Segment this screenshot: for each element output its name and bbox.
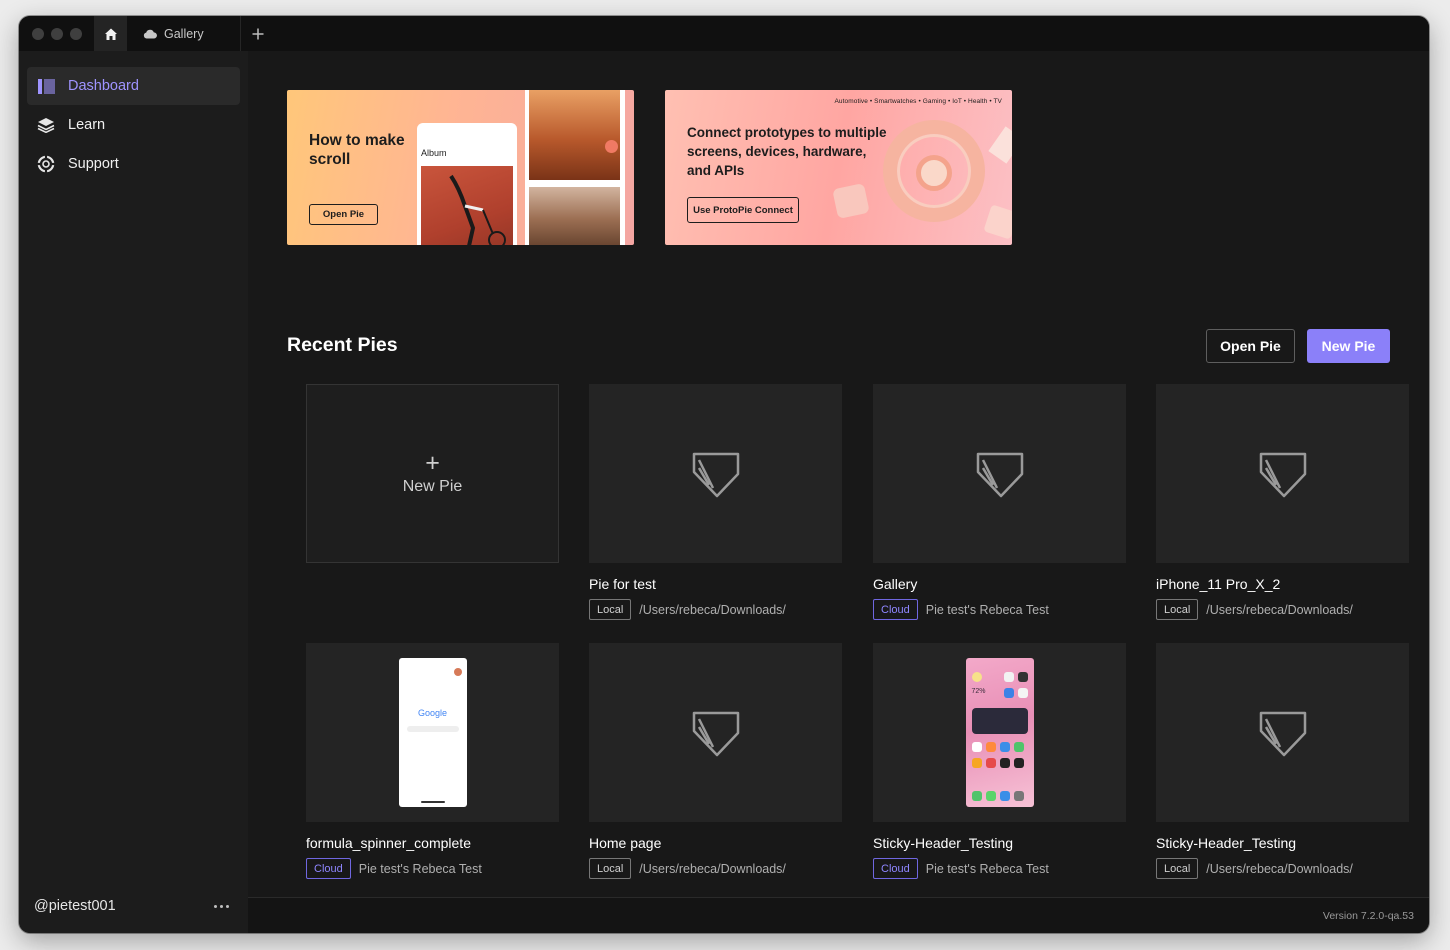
window-maximize-button[interactable] [70,28,82,40]
desert-photo [529,90,620,180]
banner-how-to-scroll[interactable]: How to make scroll Open Pie Album [287,90,634,245]
cloud-badge: Cloud [873,858,918,879]
google-screen-preview: Google [398,658,467,807]
protopie-file-icon [976,452,1023,497]
version-label: Version 7.2.0-qa.53 [1322,910,1414,922]
album-label: Album [421,148,447,158]
status-footer: Version 7.2.0-qa.53 [248,897,1429,933]
banner-title: How to make scroll [309,132,405,168]
sidebar-item-label: Support [68,156,119,172]
pie-name[interactable]: Home page [589,835,661,851]
tennis-photo [421,166,513,245]
sidebar-item-support[interactable]: Support [27,145,240,183]
lifebuoy-icon [37,155,55,173]
open-pie-button[interactable]: Open Pie [1206,329,1295,363]
sidebar: Dashboard Learn Support @pietest001 [19,51,248,933]
pie-meta: Cloud Pie test's Rebeca Test [873,858,1049,879]
local-badge: Local [1156,858,1199,879]
new-pie-card[interactable]: + New Pie [306,384,559,563]
portrait-photo [529,187,620,245]
search-bar-preview [406,726,459,732]
user-handle: @pietest001 [34,898,116,914]
dashboard-main: How to make scroll Open Pie Album Automo… [248,51,1429,897]
pie-card-thumbnail[interactable] [1156,643,1409,822]
local-badge: Local [1156,599,1199,620]
recent-pies-title: Recent Pies [287,334,398,356]
pie-card-thumbnail[interactable] [873,384,1126,563]
weather-widget [971,708,1028,734]
sidebar-item-label: Learn [68,117,106,133]
pie-meta: Cloud Pie test's Rebeca Test [873,599,1049,620]
pie-name[interactable]: Sticky-Header_Testing [1156,835,1296,851]
protopie-file-icon [692,711,739,756]
pie-name[interactable]: Pie for test [589,576,656,592]
cloud-badge: Cloud [873,599,918,620]
pie-card-thumbnail[interactable] [589,384,842,563]
pie-path: Pie test's Rebeca Test [925,602,1049,617]
sidebar-item-learn[interactable]: Learn [27,106,240,144]
pie-card-thumbnail[interactable] [589,643,842,822]
protopie-file-icon [1259,452,1306,497]
cube-illustration [832,183,870,219]
tab-gallery[interactable]: Gallery [127,16,241,51]
pie-meta: Local /Users/rebeca/Downloads/ [589,858,786,879]
banner-protopie-connect[interactable]: Automotive • Smartwatches • Gaming • IoT… [665,90,1012,245]
pie-card-thumbnail[interactable] [1156,384,1409,563]
window-close-button[interactable] [32,28,44,40]
protopie-file-icon [1259,711,1306,756]
pie-name[interactable]: iPhone_11 Pro_X_2 [1156,576,1280,592]
banner-open-pie-button[interactable]: Open Pie [309,204,378,225]
app-window: Gallery Dashboard Learn Support @pietest… [19,16,1429,933]
pie-name[interactable]: Gallery [873,576,917,592]
graduation-cap-icon [37,116,55,134]
pie-card-thumbnail[interactable]: 72% [873,643,1126,822]
add-tab-button[interactable] [246,22,270,46]
pie-path: /Users/rebeca/Downloads/ [1206,602,1353,617]
new-pie-card-label: New Pie [402,478,463,495]
pie-path: Pie test's Rebeca Test [358,861,482,876]
google-wordmark: Google [417,708,448,718]
pie-meta: Cloud Pie test's Rebeca Test [306,858,482,879]
pie-path: /Users/rebeca/Downloads/ [639,602,786,617]
pie-meta: Local /Users/rebeca/Downloads/ [589,599,786,620]
sidebar-item-label: Dashboard [68,78,139,94]
banner-tags: Automotive • Smartwatches • Gaming • IoT… [834,98,1002,105]
local-badge: Local [589,858,632,879]
title-bar: Gallery [19,16,1429,51]
sidebar-item-dashboard[interactable]: Dashboard [27,67,240,105]
cloud-icon [143,29,157,38]
tab-gallery-label: Gallery [164,26,204,41]
pie-path: /Users/rebeca/Downloads/ [639,861,786,876]
pie-meta: Local /Users/rebeca/Downloads/ [1156,599,1353,620]
banner-title: Connect prototypes to multiple screens, … [687,125,887,178]
protopie-file-icon [692,452,739,497]
pie-path: Pie test's Rebeca Test [925,861,1049,876]
use-protopie-connect-button[interactable]: Use ProtoPie Connect [687,197,799,223]
more-options-icon[interactable] [209,896,233,916]
local-badge: Local [589,599,632,620]
plus-icon [252,28,264,40]
tab-home[interactable] [94,16,127,51]
pie-name[interactable]: Sticky-Header_Testing [873,835,1013,851]
dashboard-icon [37,77,55,95]
album-card-illustration: Album [417,123,517,245]
cloud-badge: Cloud [306,858,351,879]
pie-meta: Local /Users/rebeca/Downloads/ [1156,858,1353,879]
new-pie-button[interactable]: New Pie [1307,329,1390,363]
battery-percent: 72% [971,688,986,695]
pie-name[interactable]: formula_spinner_complete [306,835,471,851]
ios-home-screen-preview: 72% [965,658,1034,807]
home-icon [104,28,117,40]
pie-path: /Users/rebeca/Downloads/ [1206,861,1353,876]
plus-icon: + [425,449,440,477]
pie-card-thumbnail[interactable]: Google [306,643,559,822]
window-minimize-button[interactable] [51,28,63,40]
